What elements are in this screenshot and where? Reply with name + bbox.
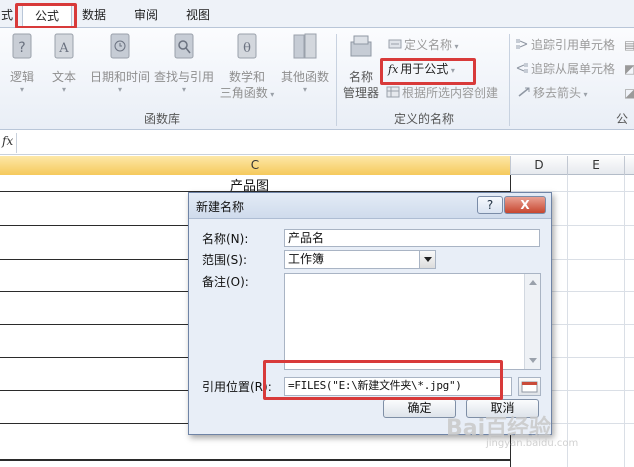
chevron-down-icon: ▾ [117,85,122,94]
svg-text:A: A [58,41,69,56]
row-border [0,324,188,325]
comment-scrollbar[interactable] [524,274,540,369]
lookup-button[interactable]: 查找与引用 ▾ [153,32,215,94]
error-check-partial-icon[interactable]: ◩ [624,60,634,78]
more-functions-book-icon [293,33,317,59]
more-functions-label: 其他函数 [280,70,329,84]
formulas-tab-highlight [15,3,77,29]
tab-review[interactable]: 审阅 [126,5,166,27]
dialog-titlebar[interactable]: 新建名称 ? X [189,193,551,219]
text-label: 文本 [51,70,76,84]
remove-arrows-button[interactable]: 移去箭头 ▾ [517,84,588,104]
column-headers: C D E [0,156,634,175]
show-formulas-partial-icon[interactable]: ▤ [624,36,634,54]
lookup-book-icon [174,33,194,59]
lookup-label: 查找与引用 [153,70,214,84]
insert-function-icon[interactable]: fx [2,134,13,148]
function-fx-icon: fx [388,62,399,76]
close-button[interactable]: X [504,196,546,214]
chevron-down-icon: ▾ [181,85,186,94]
svg-text:?: ? [18,40,25,56]
range-select-icon [521,381,538,393]
collapse-dialog-button[interactable] [518,377,541,396]
remove-arrows-label: 移去箭头 [533,86,582,100]
name-manager-button[interactable]: 名称 管理器 [340,32,382,101]
scope-label: 范围(S): [202,253,248,267]
evaluate-partial-icon[interactable]: ◪ [624,84,634,102]
function-library-group-label: 函数库 [144,112,181,126]
svg-text:θ: θ [243,41,251,56]
column-header-d[interactable]: D [511,156,568,175]
datetime-button[interactable]: 日期和时间 ▾ [87,32,153,94]
define-name-button[interactable]: 定义名称 ▾ [388,36,459,56]
logic-button[interactable]: ? 逻辑 ▾ [4,32,40,94]
math-trig-button[interactable]: θ 数学和 三角函数 ▾ [218,32,276,103]
text-button[interactable]: A 文本 ▾ [46,32,82,94]
row-border [0,459,511,461]
define-name-icon [388,37,402,55]
trace-precedents-icon [515,37,529,55]
row-border [0,259,188,260]
name-label: 名称(N): [202,232,249,246]
comment-textarea[interactable] [284,273,541,370]
row-border [0,423,188,424]
tab-view[interactable]: 视图 [178,5,218,27]
define-name-label: 定义名称 [404,38,453,52]
trace-precedents-label: 追踪引用单元格 [531,38,616,52]
datetime-label: 日期和时间 [89,70,150,84]
help-button[interactable]: ? [477,196,503,214]
remove-arrows-icon [517,85,531,103]
chevron-down-icon[interactable] [419,251,435,268]
tab-partial[interactable]: 式 [0,5,14,27]
use-in-formula-label: 用于公式 [400,62,449,76]
chevron-down-icon: ▾ [19,85,24,94]
column-header-c[interactable]: C [0,156,511,175]
logic-book-icon: ? [12,33,32,59]
ribbon-separator [336,34,337,126]
math-label: 数学和 三角函数 ▾ [219,70,275,100]
tab-data[interactable]: 数据 [74,5,114,27]
scope-select[interactable]: 工作簿 [284,250,436,269]
row-border [0,357,188,358]
scope-value: 工作簿 [288,252,325,266]
chevron-down-icon: ▾ [61,85,66,94]
use-in-formula-button[interactable]: fx 用于公式 ▾ [388,60,455,80]
column-header-e[interactable]: E [568,156,625,175]
math-book-icon: θ [237,33,257,59]
more-functions-button[interactable]: 其他函数 ▾ [278,32,332,94]
ribbon-tab-bar: 式 公式 数据 审阅 视图 [0,0,634,28]
ribbon: ? 逻辑 ▾ A 文本 ▾ 日期和时间 ▾ 查找与引用 ▾ θ 数学和 三角函数 … [0,28,634,130]
ribbon-separator [509,34,510,126]
chevron-down-icon: ▾ [302,85,307,94]
comment-label: 备注(O): [202,275,249,289]
trace-precedents-button[interactable]: 追踪引用单元格 [515,36,615,55]
trace-dependents-button[interactable]: 追踪从属单元格 [515,60,615,79]
defined-names-group-label: 定义的名称 [394,112,455,126]
refers-to-highlight [263,360,503,400]
create-from-selection-button[interactable]: 根据所选内容创建 [386,84,498,103]
name-field[interactable]: 产品名 [284,229,540,247]
trace-dependents-icon [515,61,529,79]
datetime-book-icon [110,33,130,59]
dialog-title: 新建名称 [196,200,245,214]
trace-dependents-label: 追踪从属单元格 [531,62,616,76]
grid-create-icon [386,85,400,103]
create-from-selection-label: 根据所选内容创建 [402,86,499,100]
formula-bar-separator [16,133,17,153]
formula-bar: fx [0,131,634,155]
baidu-watermark: Bai百经验 jingyan.baidu.com [446,410,632,449]
name-manager-icon [350,35,372,57]
logic-label: 逻辑 [9,70,34,84]
row-border [0,225,188,226]
watermark-sub: jingyan.baidu.com [486,438,579,449]
text-book-icon: A [54,33,74,59]
refers-to-label: 引用位置(R): [202,380,272,394]
scroll-down-icon[interactable] [529,358,537,363]
auditing-group-label: 公 [616,112,629,126]
name-manager-label: 名称 管理器 [342,70,379,100]
row-border [0,291,188,292]
row-border [0,390,188,391]
scroll-up-icon[interactable] [529,280,537,285]
